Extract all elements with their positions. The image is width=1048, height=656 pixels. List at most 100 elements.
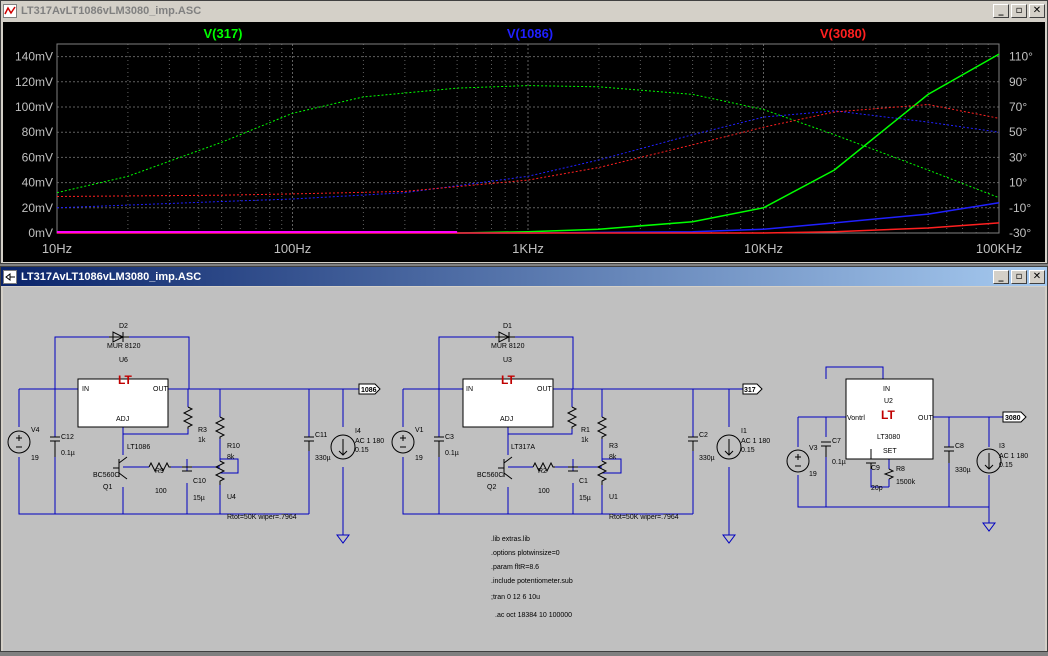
component-label: LT1086 xyxy=(127,444,150,451)
y-tick-label-right: -10° xyxy=(1009,201,1031,215)
component-label: I3 xyxy=(999,443,1005,450)
spice-directives[interactable]: .lib extras.lib .options plotwinsize=0 .… xyxy=(491,536,573,619)
component-value: 8k xyxy=(609,454,617,461)
regulator-u6[interactable]: IN OUT ADJ LT xyxy=(77,373,169,428)
component-value: BC560C xyxy=(477,472,503,479)
component-label: I4 xyxy=(355,428,361,435)
potentiometer[interactable] xyxy=(214,460,608,485)
directive-line: .options plotwinsize=0 xyxy=(491,550,560,557)
component-label: C9 xyxy=(871,465,880,472)
component-value: 330µ xyxy=(699,455,715,462)
ground-symbol xyxy=(336,522,996,544)
linear-tech-logo: LT xyxy=(118,373,132,387)
y-tick-label-left: 60mV xyxy=(22,150,53,164)
component-label: Q1 xyxy=(103,484,112,491)
y-tick-label-right: 30° xyxy=(1009,150,1027,164)
component-value: 330µ xyxy=(315,455,331,462)
regulator-u3[interactable]: IN OUT ADJ LT xyxy=(462,373,554,428)
component-value: 100 xyxy=(155,488,167,495)
y-tick-label-left: 80mV xyxy=(22,125,53,139)
capacitor[interactable] xyxy=(50,436,954,472)
component-label: C1 xyxy=(579,478,588,485)
regulator-u2[interactable]: IN Vontrl OUT U2 LT3080 SET LT xyxy=(845,378,934,460)
y-tick-label-left: 20mV xyxy=(22,201,53,215)
component-value: MUR 8120 xyxy=(491,343,525,350)
component-label: I1 xyxy=(741,428,747,435)
schematic-drawing[interactable]: IN OUT ADJ LT U6 LT1086 IN OUT ADJ LT U3… xyxy=(3,287,1045,651)
y-tick-label-right: 70° xyxy=(1009,100,1027,114)
component-label: R10 xyxy=(227,443,240,450)
pin-label: OUT xyxy=(537,386,553,393)
linear-tech-logo: LT xyxy=(501,373,515,387)
component-value: 20p xyxy=(871,485,883,492)
y-tick-label-left: 120mV xyxy=(15,75,53,89)
minimize-button[interactable]: _ xyxy=(993,269,1009,284)
waveform-plot[interactable]: 0mV 20mV 40mV 60mV 80mV 100mV 120mV 140mV -30° -1… xyxy=(3,22,1045,262)
component-label: R3 xyxy=(609,443,618,450)
schematic-titlebar[interactable]: LT317AvLT1086vLM3080_imp.ASC _ ▫ ✕ xyxy=(1,267,1047,286)
component-value: 1500k xyxy=(896,479,916,486)
x-tick-label: 1KHz xyxy=(512,241,544,256)
linear-tech-logo: LT xyxy=(881,408,895,422)
component-value: AC 1 180 xyxy=(999,453,1028,460)
legend-v317: V(317) xyxy=(203,26,242,41)
pin-label: OUT xyxy=(918,415,934,422)
component-value: AC 1 180 xyxy=(355,438,384,445)
component-value: AC 1 180 xyxy=(741,438,770,445)
x-tick-label: 10KHz xyxy=(744,241,783,256)
y-tick-label-right: 10° xyxy=(1009,176,1027,190)
waveform-icon xyxy=(3,3,17,18)
component-value: 100 xyxy=(538,488,550,495)
schematic-canvas[interactable]: IN OUT ADJ LT U6 LT1086 IN OUT ADJ LT U3… xyxy=(3,287,1045,651)
component-value: MUR 8120 xyxy=(107,343,141,350)
schematic-window[interactable]: LT317AvLT1086vLM3080_imp.ASC _ ▫ ✕ IN OU… xyxy=(0,266,1048,652)
restore-button[interactable]: ▫ xyxy=(1011,269,1027,284)
pin-label: ADJ xyxy=(116,416,129,423)
component-value: 330µ xyxy=(955,467,971,474)
directive-line: .include potentiometer.sub xyxy=(491,578,573,585)
plot-titlebar[interactable]: LT317AvLT1086vLM3080_imp.ASC _ ▫ ✕ xyxy=(1,1,1047,20)
component-label: C8 xyxy=(955,443,964,450)
plot-window[interactable]: LT317AvLT1086vLM3080_imp.ASC _ ▫ ✕ 0mV 20… xyxy=(0,0,1048,264)
component-label: V3 xyxy=(809,445,818,452)
component-value: 0.1µ xyxy=(61,450,75,457)
close-button[interactable]: ✕ xyxy=(1029,3,1045,18)
minimize-button[interactable]: _ xyxy=(993,3,1009,18)
close-button[interactable]: ✕ xyxy=(1029,269,1045,284)
x-tick-label: 100KHz xyxy=(976,241,1022,256)
component-value: Rtot=50K wiper=.7964 xyxy=(227,514,297,521)
pin-label: SET xyxy=(883,448,897,455)
y-tick-label-right: -30° xyxy=(1009,226,1031,240)
pin-label: IN xyxy=(883,386,890,393)
component-value: 19 xyxy=(809,471,817,478)
component-value: BC560C xyxy=(93,472,119,479)
legend-v1086: V(1086) xyxy=(507,26,553,41)
y-tick-label-right: 50° xyxy=(1009,125,1027,139)
net-label: 1086 xyxy=(361,387,377,394)
directive-line: ;tran 0 12 6 10u xyxy=(491,594,540,601)
component-value: Rtot=50K wiper=.7964 xyxy=(609,514,679,521)
restore-button[interactable]: ▫ xyxy=(1011,3,1027,18)
component-label: LT317A xyxy=(511,444,535,451)
component-value: 19 xyxy=(415,455,423,462)
component-label: C3 xyxy=(445,434,454,441)
component-label: U6 xyxy=(119,357,128,364)
component-label: V4 xyxy=(31,427,40,434)
transistor[interactable] xyxy=(113,456,513,480)
component-value: 1k xyxy=(198,437,206,444)
net-label: 317 xyxy=(744,387,756,394)
component-label: Q2 xyxy=(487,484,496,491)
component-label: U3 xyxy=(503,357,512,364)
component-label: C10 xyxy=(193,478,206,485)
plot-window-title: LT317AvLT1086vLM3080_imp.ASC xyxy=(21,4,202,17)
legend-v3080: V(3080) xyxy=(820,26,866,41)
pin-label: IN xyxy=(466,386,473,393)
component-label: R2 xyxy=(538,468,547,475)
schematic-window-title: LT317AvLT1086vLM3080_imp.ASC xyxy=(21,270,202,283)
component-value: 0.15 xyxy=(999,462,1013,469)
component-value: 1k xyxy=(581,437,589,444)
component-label: LT3080 xyxy=(877,434,900,441)
bode-chart[interactable]: 0mV 20mV 40mV 60mV 80mV 100mV 120mV 140mV -30° -1… xyxy=(3,22,1045,262)
component-label: R8 xyxy=(896,466,905,473)
component-label: U4 xyxy=(227,494,236,501)
